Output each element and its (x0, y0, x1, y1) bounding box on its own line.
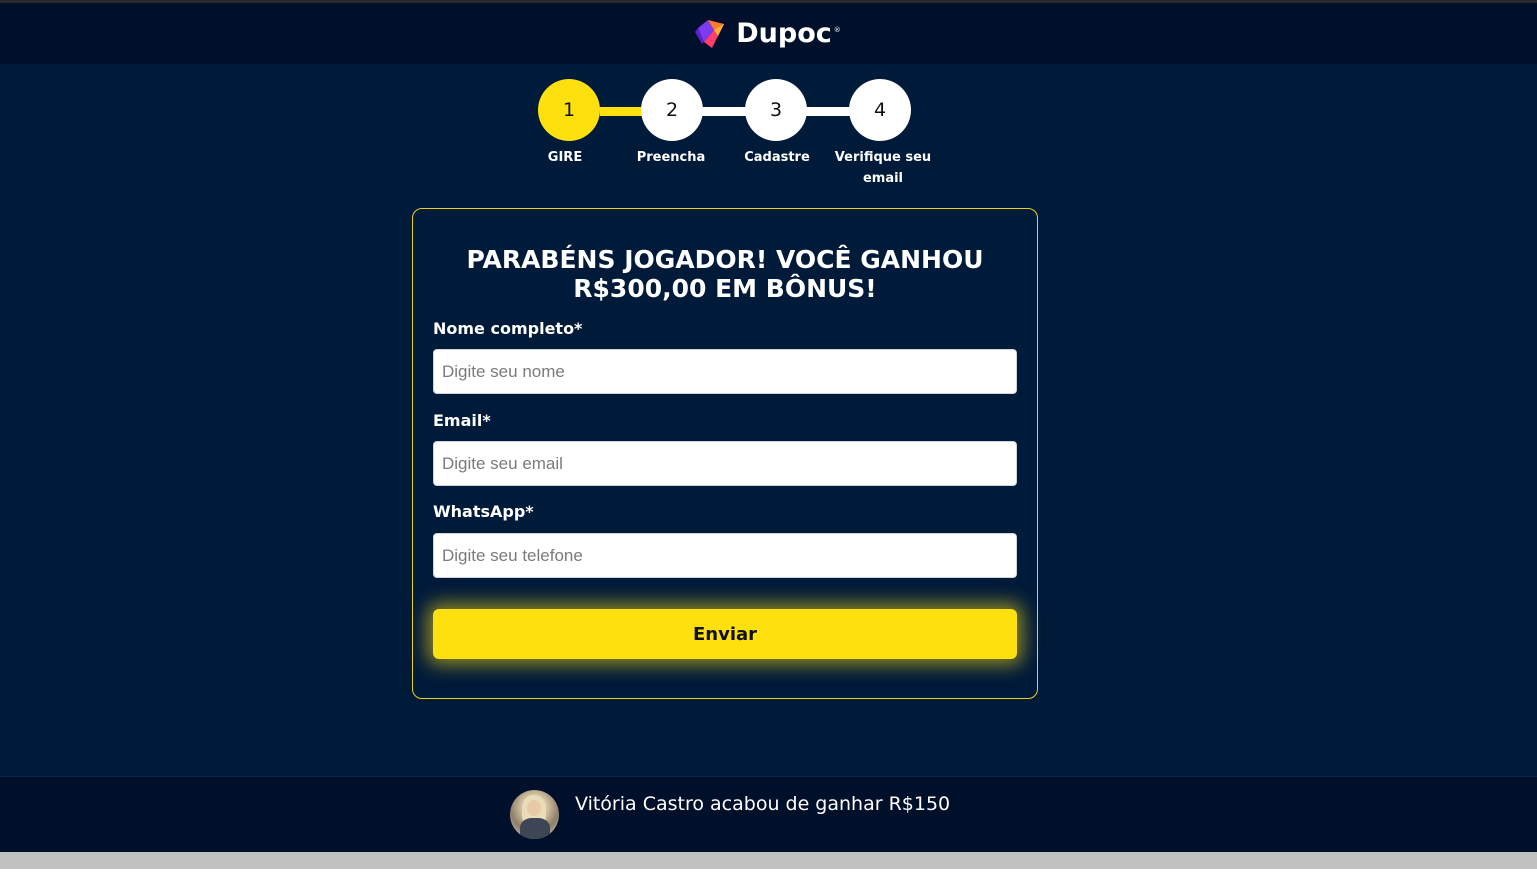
step-3-circle: 3 (745, 79, 807, 141)
step-connector (806, 107, 851, 116)
horizontal-scrollbar[interactable] (0, 852, 1537, 872)
step-3-label: Cadastre (744, 150, 810, 165)
step-connector-active (600, 107, 642, 116)
email-label: Email* (433, 411, 491, 430)
dupoc-logo-icon (695, 19, 725, 48)
step-2-number: 2 (665, 99, 679, 121)
step-4-label: Verifique seu email (834, 150, 932, 186)
bonus-title: PARABÉNS JOGADOR! VOCÊ GANHOU R$300,00 E… (466, 245, 984, 303)
step-1-label: GIRE (547, 150, 583, 165)
brand-name: Dupoc (736, 18, 832, 49)
signup-card: PARABÉNS JOGADOR! VOCÊ GANHOU R$300,00 E… (412, 208, 1038, 699)
whatsapp-label: WhatsApp* (433, 502, 534, 521)
winner-notice-text: Vitória Castro acabou de ganhar R$150 (575, 793, 951, 815)
name-label: Nome completo* (433, 319, 583, 338)
site-header: Dupoc ® (0, 3, 1537, 64)
whatsapp-input[interactable] (433, 533, 1017, 578)
submit-button[interactable]: Enviar (433, 609, 1017, 659)
progress-steps: 1 2 3 4 GIRE Preencha Cadastre Verifique… (0, 64, 1537, 194)
step-3-number: 3 (769, 99, 783, 121)
step-4-number: 4 (873, 99, 887, 121)
step-2-circle: 2 (641, 79, 703, 141)
scrollbar-thumb[interactable] (0, 852, 1537, 869)
step-1-number: 1 (562, 99, 576, 121)
step-connector (702, 107, 747, 116)
main-content: 1 2 3 4 GIRE Preencha Cadastre Verifique… (0, 64, 1537, 776)
step-2-label: Preencha (636, 150, 706, 165)
email-input[interactable] (433, 441, 1017, 486)
brand-logo[interactable]: Dupoc ® (694, 18, 841, 50)
registered-mark: ® (833, 25, 841, 34)
step-1-circle: 1 (538, 79, 600, 141)
step-4-circle: 4 (849, 79, 911, 141)
avatar (510, 790, 559, 839)
name-input[interactable] (433, 349, 1017, 394)
winner-notification-bar: Vitória Castro acabou de ganhar R$150 (0, 776, 1537, 852)
